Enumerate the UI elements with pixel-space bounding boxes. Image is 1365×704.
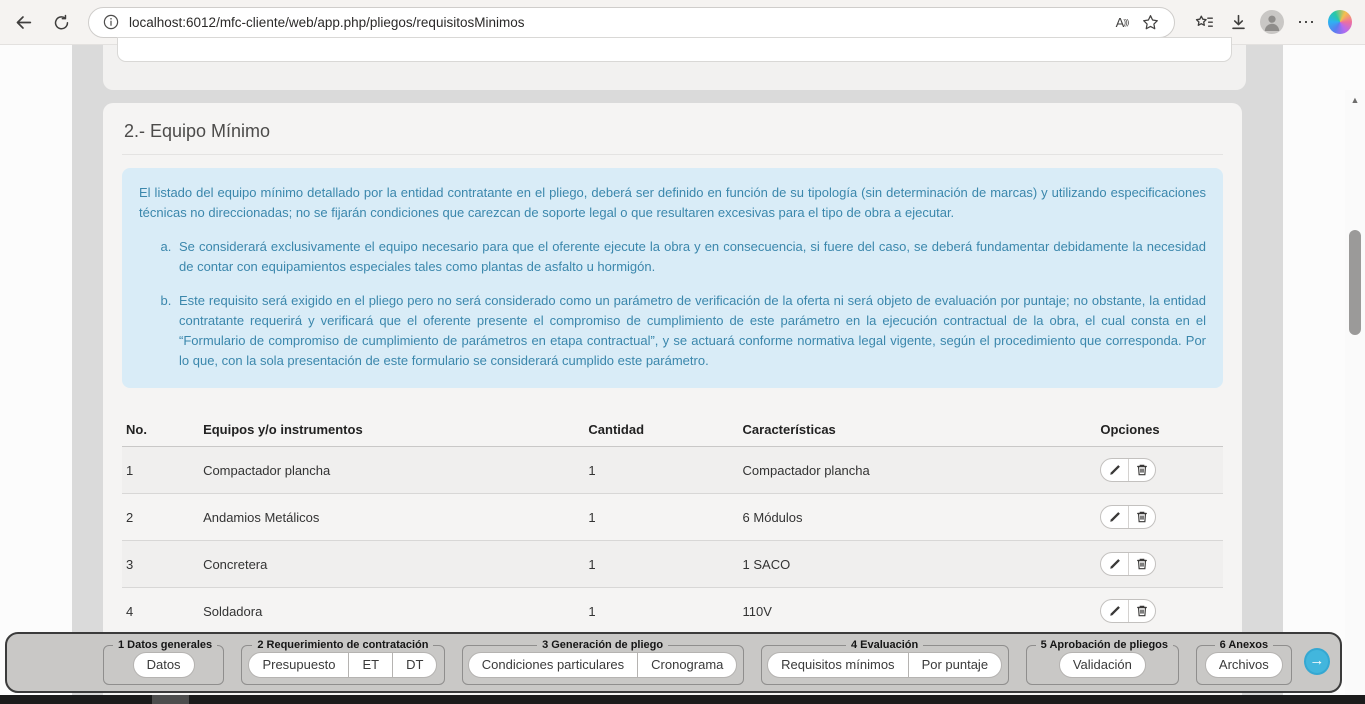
equipment-table: No. Equipos y/o instrumentos Cantidad Ca…	[122, 413, 1223, 635]
delete-icon[interactable]	[1128, 600, 1155, 622]
cell-equipo: Compactador plancha	[199, 447, 584, 494]
next-step-icon[interactable]: →	[1304, 648, 1330, 675]
cell-caracteristicas: 6 Módulos	[739, 494, 1097, 541]
wizard-button-condiciones-particulares[interactable]: Condiciones particulares	[468, 652, 638, 678]
previous-section-panel	[103, 45, 1246, 90]
section-title: 2.- Equipo Mínimo	[122, 119, 1223, 155]
delete-icon[interactable]	[1128, 459, 1155, 481]
header-caracteristicas: Características	[739, 413, 1097, 447]
header-equipos: Equipos y/o instrumentos	[199, 413, 584, 447]
info-item-a: Se considerará exclusivamente el equipo …	[175, 237, 1206, 277]
collections-icon[interactable]	[1187, 5, 1221, 39]
cell-no: 2	[122, 494, 199, 541]
cell-no: 4	[122, 588, 199, 635]
info-intro: El listado del equipo mínimo detallado p…	[139, 183, 1206, 223]
downloads-icon[interactable]	[1221, 5, 1255, 39]
wizard-group-legend: 6 Anexos	[1215, 639, 1274, 651]
cell-caracteristicas: 110V	[739, 588, 1097, 635]
wizard-button-et[interactable]: ET	[348, 652, 393, 678]
copilot-icon[interactable]	[1323, 5, 1357, 39]
edit-icon[interactable]	[1101, 553, 1128, 575]
scrollbar-thumb[interactable]	[1349, 230, 1361, 335]
cell-caracteristicas: Compactador plancha	[739, 447, 1097, 494]
cell-caracteristicas: 1 SACO	[739, 541, 1097, 588]
wizard-button-presupuesto[interactable]: Presupuesto	[248, 652, 349, 678]
previous-section-card	[117, 37, 1232, 62]
wizard-button-validacion[interactable]: Validación	[1059, 652, 1146, 678]
wizard-group-legend: 4 Evaluación	[846, 639, 923, 651]
wizard-group-legend: 3 Generación de pliego	[537, 639, 668, 651]
bottom-strip-segment	[152, 695, 189, 704]
cell-cantidad: 1	[584, 494, 738, 541]
more-menu-icon[interactable]: ⋯	[1289, 5, 1323, 39]
reload-icon[interactable]	[44, 5, 78, 39]
wizard-group-evaluacion: 4 Evaluación Requisitos mínimos Por punt…	[761, 639, 1009, 685]
cell-cantidad: 1	[584, 541, 738, 588]
header-opciones: Opciones	[1096, 413, 1223, 447]
wizard-button-cronograma[interactable]: Cronograma	[637, 652, 737, 678]
wizard-button-datos[interactable]: Datos	[133, 652, 195, 678]
wizard-group-legend: 2 Requerimiento de contratación	[252, 639, 433, 651]
cell-equipo: Andamios Metálicos	[199, 494, 584, 541]
cell-no: 1	[122, 447, 199, 494]
page-scrollbar[interactable]: ▲ ▼	[1345, 90, 1365, 704]
header-cantidad: Cantidad	[584, 413, 738, 447]
edit-icon[interactable]	[1101, 600, 1128, 622]
back-icon[interactable]	[6, 5, 40, 39]
info-item-b: Este requisito será exigido en el pliego…	[175, 291, 1206, 372]
table-row: 3 Concretera 1 1 SACO	[122, 541, 1223, 588]
wizard-button-dt[interactable]: DT	[392, 652, 437, 678]
edit-icon[interactable]	[1101, 459, 1128, 481]
scroll-up-icon[interactable]: ▲	[1345, 92, 1365, 108]
page-viewport: 2.- Equipo Mínimo El listado del equipo …	[0, 45, 1365, 704]
site-info-icon[interactable]	[101, 12, 121, 32]
cell-cantidad: 1	[584, 588, 738, 635]
wizard-group-legend: 5 Aprobación de pliegos	[1036, 639, 1173, 651]
cell-equipo: Soldadora	[199, 588, 584, 635]
profile-avatar[interactable]	[1255, 5, 1289, 39]
table-header-row: No. Equipos y/o instrumentos Cantidad Ca…	[122, 413, 1223, 447]
address-bar[interactable]: localhost:6012/mfc-cliente/web/app.php/p…	[88, 7, 1175, 38]
table-row: 4 Soldadora 1 110V	[122, 588, 1223, 635]
wizard-group-requerimiento: 2 Requerimiento de contratación Presupue…	[241, 639, 445, 685]
wizard-group-datos-generales: 1 Datos generales Datos	[103, 639, 224, 685]
table-row: 2 Andamios Metálicos 1 6 Módulos	[122, 494, 1223, 541]
bottom-dark-strip	[0, 695, 1365, 704]
wizard-button-requisitos-minimos[interactable]: Requisitos mínimos	[767, 652, 908, 678]
delete-icon[interactable]	[1128, 553, 1155, 575]
cell-equipo: Concretera	[199, 541, 584, 588]
header-no: No.	[122, 413, 199, 447]
content-backdrop: 2.- Equipo Mínimo El listado del equipo …	[72, 45, 1283, 704]
table-row: 1 Compactador plancha 1 Compactador plan…	[122, 447, 1223, 494]
info-alert: El listado del equipo mínimo detallado p…	[122, 168, 1223, 388]
equipo-minimo-card: 2.- Equipo Mínimo El listado del equipo …	[103, 103, 1242, 704]
cell-cantidad: 1	[584, 447, 738, 494]
wizard-button-archivos[interactable]: Archivos	[1205, 652, 1283, 678]
wizard-button-por-puntaje[interactable]: Por puntaje	[908, 652, 1003, 678]
wizard-group-legend: 1 Datos generales	[113, 639, 217, 651]
delete-icon[interactable]	[1128, 506, 1155, 528]
wizard-group-anexos: 6 Anexos Archivos	[1196, 639, 1292, 685]
cell-no: 3	[122, 541, 199, 588]
wizard-group-aprobacion: 5 Aprobación de pliegos Validación	[1026, 639, 1179, 685]
edit-icon[interactable]	[1101, 506, 1128, 528]
wizard-group-generacion-pliego: 3 Generación de pliego Condiciones parti…	[462, 639, 744, 685]
wizard-navigation-bar: 1 Datos generales Datos 2 Requerimiento …	[5, 632, 1342, 693]
read-aloud-icon[interactable]: A)))	[1108, 9, 1136, 35]
url-text[interactable]: localhost:6012/mfc-cliente/web/app.php/p…	[129, 15, 1108, 30]
favorite-star-icon[interactable]	[1136, 9, 1164, 35]
